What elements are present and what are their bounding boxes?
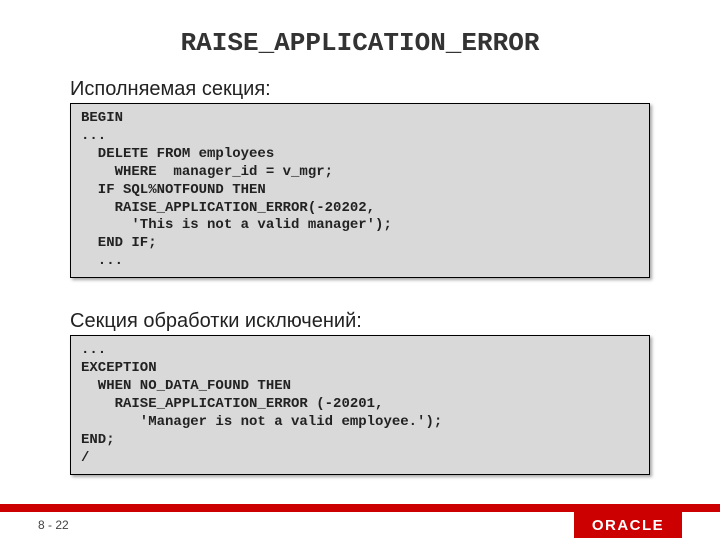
code-block-executable: BEGIN ... DELETE FROM employees WHERE ma…	[70, 103, 650, 278]
section-label-executable: Исполняемая секция:	[70, 78, 720, 101]
code-block-exception: ... EXCEPTION WHEN NO_DATA_FOUND THEN RA…	[70, 335, 650, 474]
oracle-logo: ORACLE	[574, 512, 682, 538]
oracle-logo-text: ORACLE	[592, 517, 664, 534]
slide: RAISE_APPLICATION_ERROR Исполняемая секц…	[0, 0, 720, 540]
footer-red-bar	[0, 504, 720, 512]
page-number: 8 - 22	[38, 518, 69, 532]
slide-footer: 8 - 22 ORACLE	[0, 498, 720, 540]
slide-title: RAISE_APPLICATION_ERROR	[0, 0, 720, 78]
section-label-exception: Секция обработки исключений:	[70, 310, 720, 333]
